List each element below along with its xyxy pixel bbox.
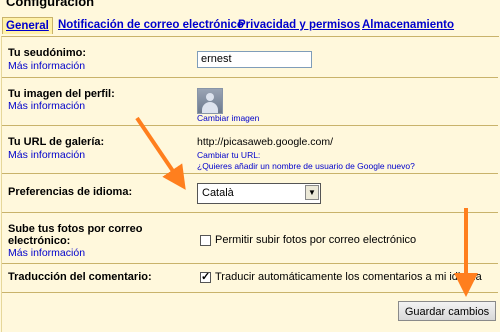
annotation-arrow-language bbox=[135, 116, 186, 190]
annotation-arrows bbox=[135, 116, 478, 297]
